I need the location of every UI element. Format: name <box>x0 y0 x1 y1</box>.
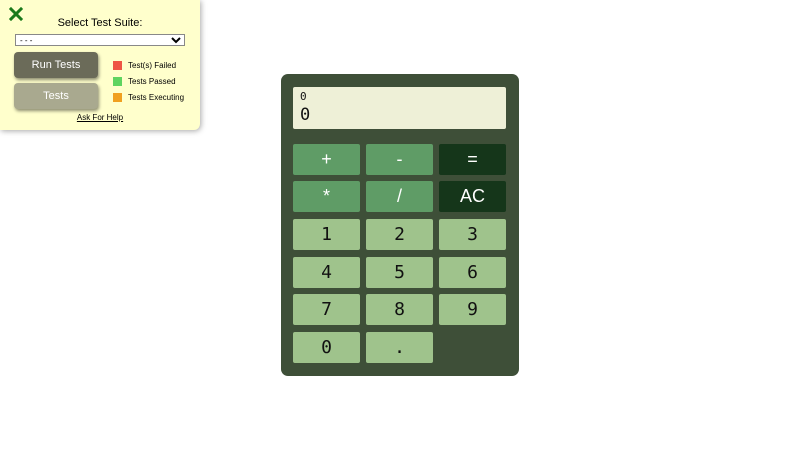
legend-label-failed: Test(s) Failed <box>128 60 177 70</box>
legend-item-executing: Tests Executing <box>113 89 184 105</box>
multiply-button[interactable]: * <box>293 181 360 212</box>
five-button[interactable]: 5 <box>366 257 433 288</box>
legend-label-executing: Tests Executing <box>128 92 185 102</box>
executing-swatch <box>113 92 122 102</box>
nine-button[interactable]: 9 <box>439 294 506 325</box>
test-suite-panel: Select Test Suite: - - - Run Tests Tests… <box>0 0 200 130</box>
passed-swatch <box>113 76 122 86</box>
three-button[interactable]: 3 <box>439 219 506 250</box>
zero-button[interactable]: 0 <box>293 332 360 363</box>
failed-swatch <box>113 60 122 70</box>
subtract-button[interactable]: - <box>366 144 433 175</box>
eight-button[interactable]: 8 <box>366 294 433 325</box>
test-suite-select[interactable]: - - - <box>15 34 185 46</box>
two-button[interactable]: 2 <box>366 219 433 250</box>
legend-item-failed: Test(s) Failed <box>113 57 184 73</box>
tests-button[interactable]: Tests <box>14 83 98 109</box>
add-button[interactable]: + <box>293 144 360 175</box>
calculator-display: 0 0 <box>293 87 506 129</box>
one-button[interactable]: 1 <box>293 219 360 250</box>
legend-label-passed: Tests Passed <box>128 76 176 86</box>
seven-button[interactable]: 7 <box>293 294 360 325</box>
test-legend: Test(s) Failed Tests Passed Tests Execut… <box>113 57 184 105</box>
four-button[interactable]: 4 <box>293 257 360 288</box>
equals-button[interactable]: = <box>439 144 506 175</box>
ask-for-help-link[interactable]: Ask For Help <box>0 113 200 122</box>
divide-button[interactable]: / <box>366 181 433 212</box>
formula-display: 0 <box>300 90 307 103</box>
output-display: 0 <box>300 105 311 125</box>
run-tests-button[interactable]: Run Tests <box>14 52 98 78</box>
select-suite-label: Select Test Suite: <box>57 17 143 29</box>
decimal-button[interactable]: . <box>366 332 433 363</box>
clear-button[interactable]: AC <box>439 181 506 212</box>
calculator: 0 0 + - = * / AC 1 2 3 4 5 6 7 8 9 0 . <box>281 74 519 376</box>
six-button[interactable]: 6 <box>439 257 506 288</box>
legend-item-passed: Tests Passed <box>113 73 184 89</box>
